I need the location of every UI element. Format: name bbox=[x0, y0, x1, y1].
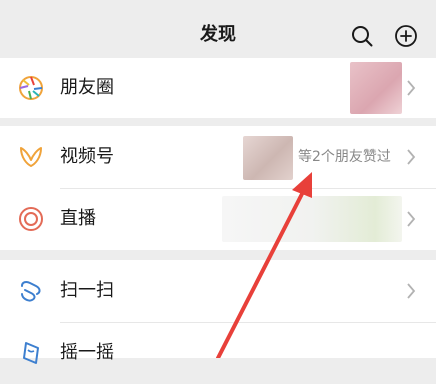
scan-label: 扫一扫 bbox=[60, 280, 114, 301]
live-row[interactable]: 直播 bbox=[0, 188, 436, 250]
scan-shake-group: 扫一扫 摇一摇 bbox=[0, 260, 436, 364]
search-icon[interactable] bbox=[350, 24, 374, 48]
channels-icon bbox=[20, 147, 42, 167]
live-label: 直播 bbox=[60, 208, 96, 229]
live-preview bbox=[222, 196, 402, 242]
top-bar: 发现 bbox=[0, 0, 436, 60]
shake-row[interactable]: 摇一摇 bbox=[0, 322, 436, 384]
moments-row[interactable]: 朋友圈 bbox=[0, 58, 436, 118]
moments-group: 朋友圈 bbox=[0, 58, 436, 118]
scan-icon bbox=[21, 281, 41, 302]
channels-likes-note: 等2个朋友赞过 bbox=[298, 149, 391, 165]
live-icon bbox=[19, 207, 43, 231]
chevron-right-icon bbox=[407, 149, 416, 165]
shake-icon bbox=[23, 342, 39, 364]
channels-label: 视频号 bbox=[60, 146, 114, 167]
channels-row[interactable]: 视频号 等2个朋友赞过 bbox=[0, 126, 436, 188]
moments-thumbnail bbox=[350, 62, 402, 114]
chevron-right-icon bbox=[407, 80, 416, 96]
scan-row[interactable]: 扫一扫 bbox=[0, 260, 436, 322]
moments-icon bbox=[19, 76, 43, 100]
shake-label: 摇一摇 bbox=[60, 342, 114, 363]
moments-label: 朋友圈 bbox=[60, 77, 114, 98]
chevron-right-icon bbox=[407, 211, 416, 227]
channels-friend-avatar bbox=[243, 136, 293, 180]
channels-live-group: 视频号 等2个朋友赞过 直播 bbox=[0, 126, 436, 250]
add-icon[interactable] bbox=[394, 24, 418, 48]
chevron-right-icon bbox=[407, 283, 416, 299]
